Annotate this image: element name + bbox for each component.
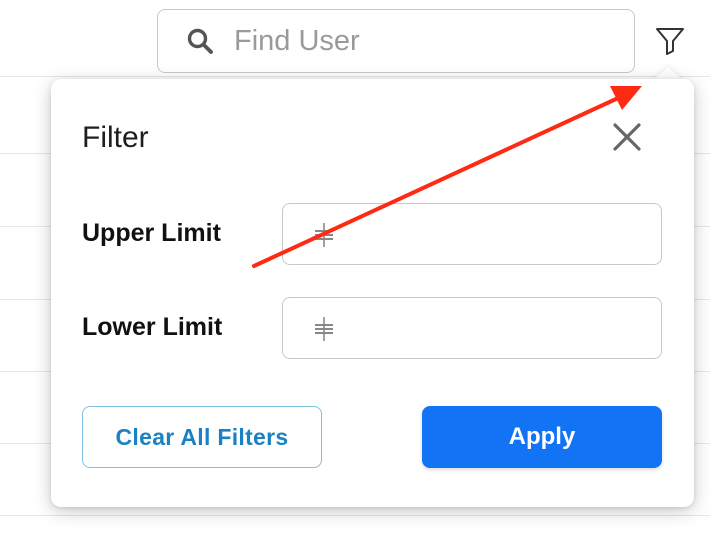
popover-title: Filter [82, 121, 149, 154]
filter-toggle-button[interactable] [652, 23, 688, 59]
apply-button[interactable]: Apply [422, 406, 662, 468]
search-box[interactable] [157, 9, 635, 73]
search-input[interactable] [232, 23, 616, 59]
number-stepper-icon [315, 317, 333, 341]
table-row-divider [0, 76, 710, 77]
filter-popover: Filter Upper Limit Lower Limit Clear All… [51, 79, 694, 507]
filter-funnel-icon [656, 28, 684, 55]
number-stepper-icon [315, 223, 333, 247]
lower-limit-input[interactable] [282, 297, 662, 359]
table-row-divider [0, 515, 710, 516]
upper-limit-input[interactable] [282, 203, 662, 265]
search-icon [187, 28, 213, 54]
close-icon[interactable] [609, 119, 645, 155]
upper-limit-label: Upper Limit [82, 219, 221, 247]
lower-limit-label: Lower Limit [82, 313, 223, 341]
clear-all-filters-button[interactable]: Clear All Filters [82, 406, 322, 468]
